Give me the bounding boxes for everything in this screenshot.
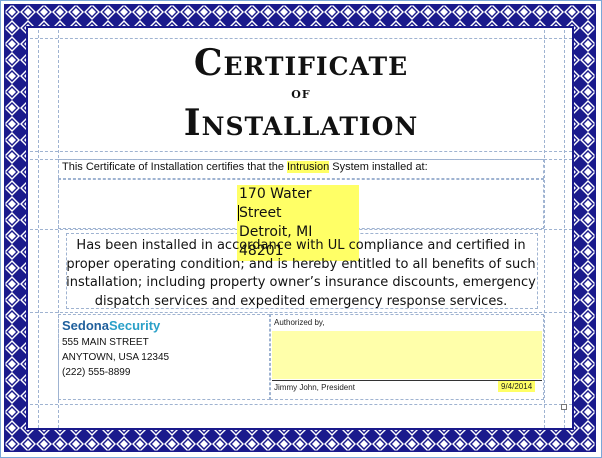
intro-text: This Certificate of Installation certifi… <box>62 161 287 173</box>
company-phone: (222) 555-8899 <box>62 367 131 378</box>
title-certificate: Certificate <box>193 42 409 84</box>
signature-field[interactable] <box>272 331 542 379</box>
system-type-field[interactable]: Intrusion <box>287 161 330 173</box>
signer-name: Jimmy John, President <box>274 383 355 392</box>
guide-line <box>30 404 572 405</box>
table-resize-handle[interactable] <box>561 404 567 410</box>
signature-date-field[interactable]: 9/4/2014 <box>498 381 536 392</box>
company-street: 555 MAIN STREET <box>62 337 149 348</box>
company-city: ANYTOWN, USA 12345 <box>62 352 170 363</box>
guide-line <box>30 38 572 39</box>
company-logo: SedonaSecurity <box>62 318 160 333</box>
compliance-paragraph: Has been installed in accordance with UL… <box>66 238 536 309</box>
title-installation: Installation <box>183 102 419 144</box>
address-line-1: 170 Water Street <box>239 186 312 221</box>
logo-text-sedona: Sedona <box>62 318 109 333</box>
authorized-by-label: Authorized by, <box>274 318 325 327</box>
logo-text-security: Security <box>108 318 161 333</box>
certification-statement: This Certificate of Installation certifi… <box>62 161 428 173</box>
guide-line <box>30 151 572 152</box>
intro-text-end: System installed at: <box>329 161 428 173</box>
text-cursor <box>238 205 239 221</box>
guide-line <box>30 312 572 313</box>
title-of: of <box>291 84 311 102</box>
